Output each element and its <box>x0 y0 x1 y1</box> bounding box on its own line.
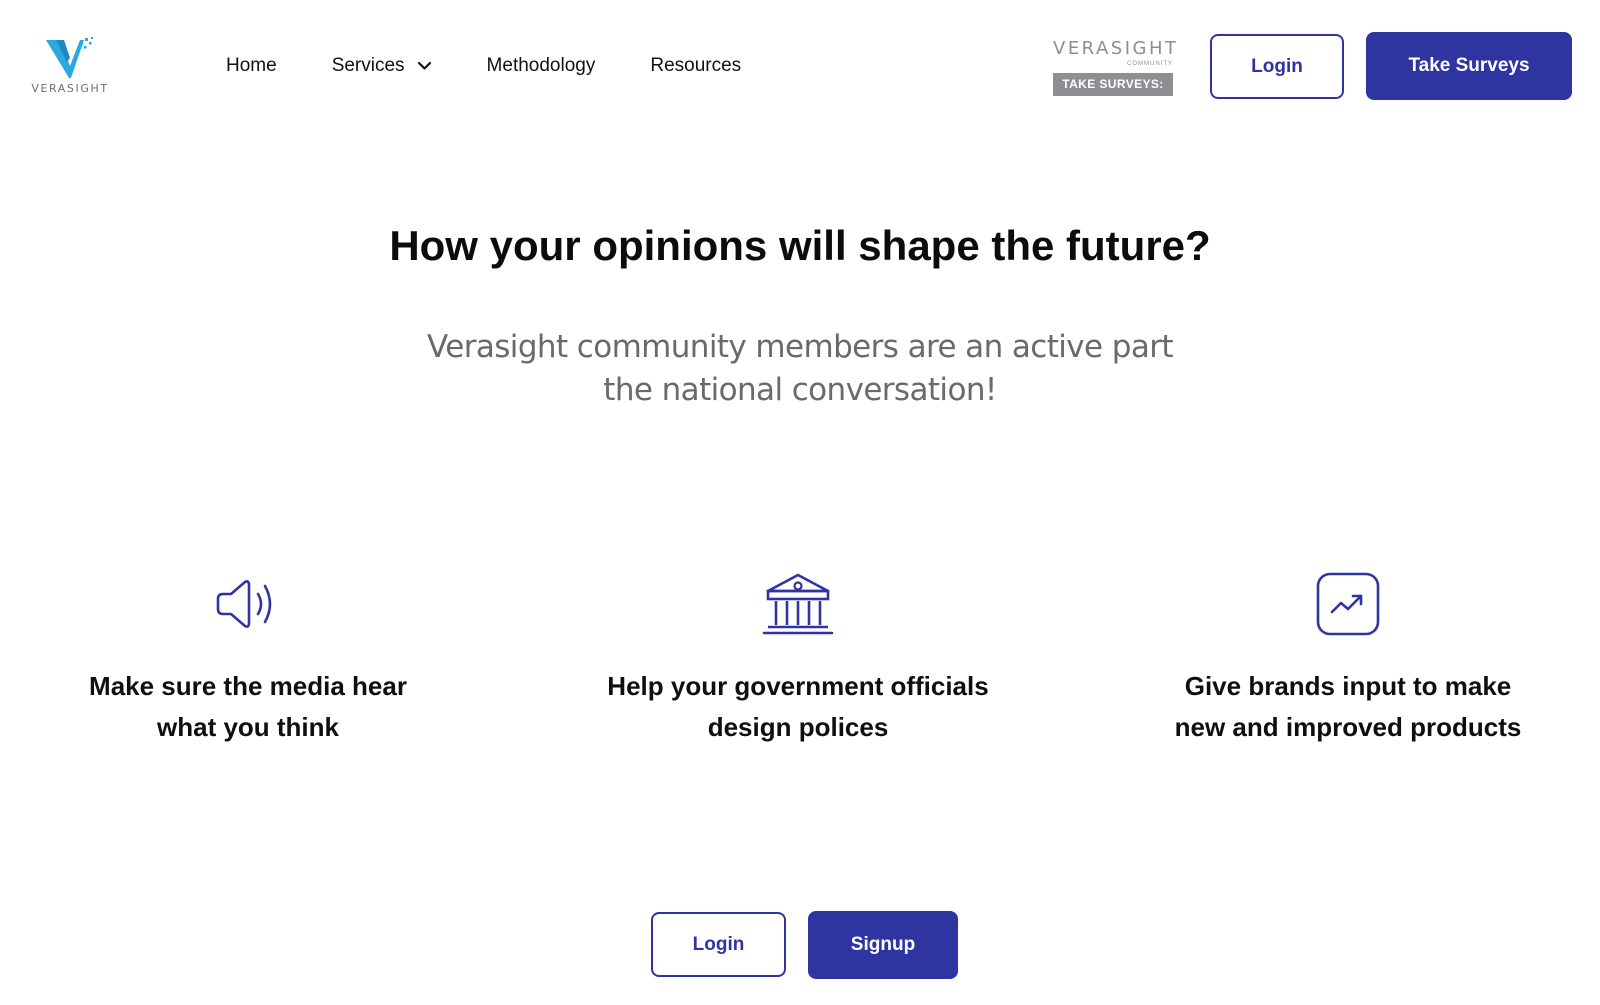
government-building-icon <box>578 570 1018 638</box>
verasight-logo[interactable]: VERASIGHT <box>30 36 110 98</box>
hero-subtitle-line2: the national conversation! <box>603 372 997 408</box>
take-surveys-button[interactable]: Take Surveys <box>1366 32 1572 100</box>
nav-resources-label: Resources <box>650 55 742 76</box>
community-badge-take: TAKE SURVEYS: <box>1053 73 1173 96</box>
hero-subtitle-line1: Verasight community members are an activ… <box>427 329 1173 365</box>
verasight-community-badge[interactable]: VERASIGHT COMMUNITY TAKE SURVEYS: <box>1053 38 1179 96</box>
hero-subtitle: Verasight community members are an activ… <box>400 326 1200 412</box>
main-nav: Home Services Methodology Resources <box>226 50 796 82</box>
nav-methodology-label: Methodology <box>486 55 596 76</box>
cta-signup-button[interactable]: Signup <box>808 911 958 979</box>
feature-media-title: Make sure the media hear what you think <box>28 666 468 748</box>
chevron-down-icon <box>417 61 432 71</box>
feature-government-line1: Help your government officials <box>607 671 989 701</box>
nav-home-label: Home <box>226 55 277 76</box>
feature-government: Help your government officials design po… <box>578 570 1018 748</box>
feature-government-line2: design polices <box>707 712 889 742</box>
site-header: VERASIGHT Home Services Methodology Reso… <box>0 0 1600 132</box>
nav-services-label: Services <box>331 55 405 76</box>
feature-media: Make sure the media hear what you think <box>28 570 468 748</box>
verasight-v-logo-icon <box>46 37 93 78</box>
logo-text: VERASIGHT <box>31 82 109 95</box>
nav-resources[interactable]: Resources <box>650 55 741 77</box>
feature-brands-title: Give brands input to make new and improv… <box>1128 666 1568 748</box>
feature-government-title: Help your government officials design po… <box>578 666 1018 748</box>
hero-title: How your opinions will shape the future? <box>389 222 1211 269</box>
megaphone-icon <box>28 570 468 638</box>
feature-brands: Give brands input to make new and improv… <box>1128 570 1568 748</box>
feature-brands-line1: Give brands input to make <box>1184 671 1512 701</box>
community-badge-name: VERASIGHT <box>1053 38 1179 59</box>
nav-home[interactable]: Home <box>226 55 277 77</box>
cta-login-button[interactable]: Login <box>651 912 786 977</box>
feature-media-line1: Make sure the media hear <box>89 671 407 701</box>
feature-brands-line2: new and improved products <box>1174 712 1522 742</box>
nav-methodology[interactable]: Methodology <box>487 55 596 77</box>
header-login-button[interactable]: Login <box>1210 34 1344 99</box>
feature-media-line2: what you think <box>157 712 339 742</box>
trending-up-icon <box>1128 570 1568 638</box>
nav-services[interactable]: Services <box>332 55 432 77</box>
community-badge-sub: COMMUNITY <box>1127 61 1173 67</box>
